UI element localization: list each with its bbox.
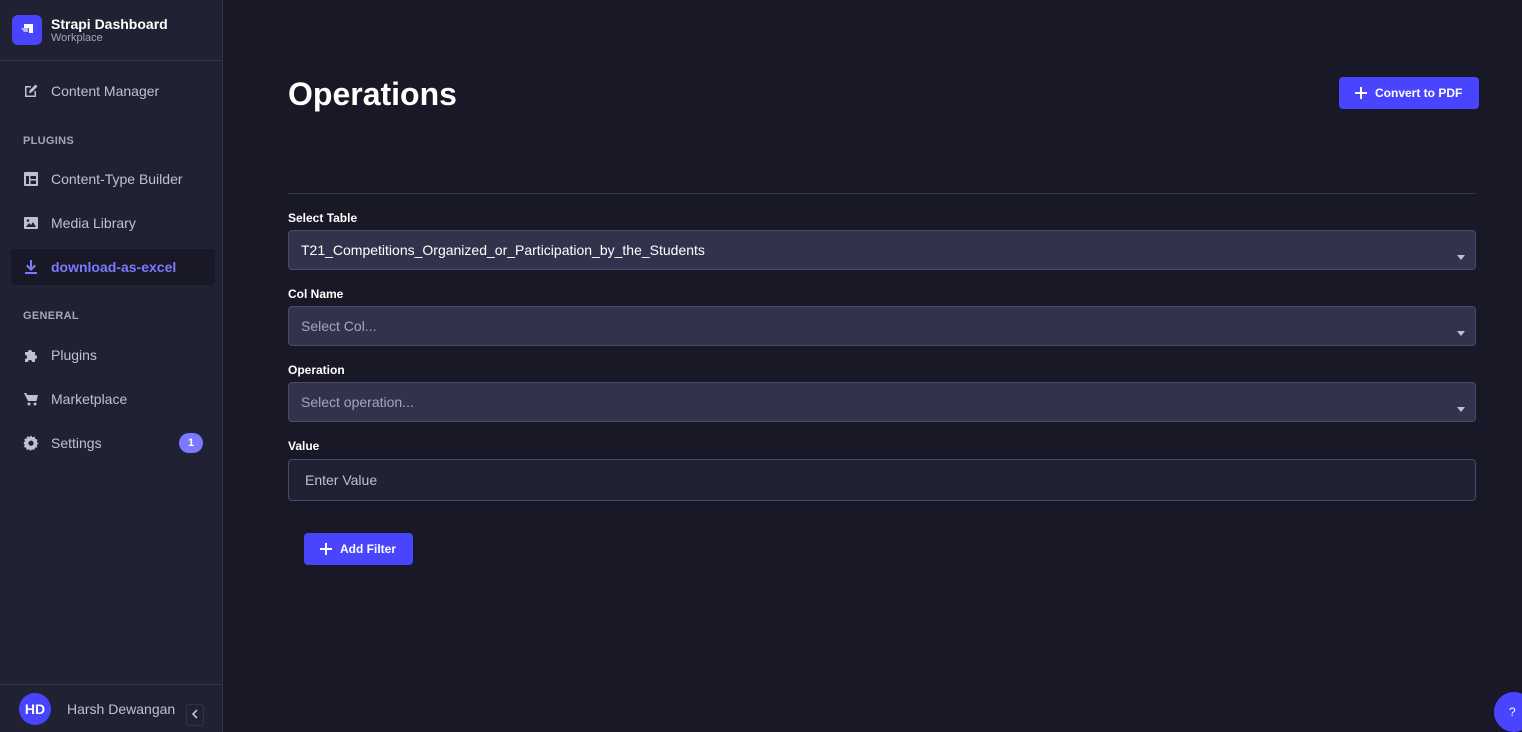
add-filter-button[interactable]: Add Filter bbox=[304, 533, 413, 565]
add-filter-label: Add Filter bbox=[340, 542, 396, 556]
operation-label: Operation bbox=[288, 363, 345, 377]
pencil-icon bbox=[23, 83, 39, 99]
sidebar-item-download-as-excel[interactable]: download-as-excel bbox=[11, 249, 215, 285]
sidebar-item-content-manager[interactable]: Content Manager bbox=[11, 73, 215, 109]
layout-icon bbox=[23, 171, 39, 187]
strapi-logo-icon[interactable] bbox=[12, 15, 42, 45]
value-input[interactable] bbox=[288, 459, 1476, 501]
sidebar-item-media-library[interactable]: Media Library bbox=[11, 205, 215, 241]
divider bbox=[288, 193, 1476, 194]
download-icon bbox=[23, 259, 39, 275]
sidebar-item-label: Content-Type Builder bbox=[51, 171, 183, 187]
operation-placeholder: Select operation... bbox=[301, 394, 414, 410]
sidebar-item-content-type-builder[interactable]: Content-Type Builder bbox=[11, 161, 215, 197]
convert-to-pdf-label: Convert to PDF bbox=[1375, 86, 1463, 100]
image-icon bbox=[23, 215, 39, 231]
user-footer: HD Harsh Dewangan bbox=[0, 684, 223, 732]
sidebar-item-plugins[interactable]: Plugins bbox=[11, 337, 215, 373]
col-name-dropdown[interactable]: Select Col... bbox=[288, 306, 1476, 346]
sidebar-item-label: Settings bbox=[51, 435, 102, 451]
section-title-plugins: Plugins bbox=[23, 135, 74, 147]
brand-header: Strapi Dashboard Workplace bbox=[0, 0, 222, 61]
caret-down-icon bbox=[1457, 323, 1465, 339]
user-name[interactable]: Harsh Dewangan bbox=[67, 701, 175, 717]
main-content: Operations Convert to PDF Select Table T… bbox=[224, 0, 1522, 732]
plus-icon bbox=[1355, 87, 1367, 99]
convert-to-pdf-button[interactable]: Convert to PDF bbox=[1339, 77, 1480, 109]
sidebar-item-label: Marketplace bbox=[51, 391, 128, 407]
sidebar: Strapi Dashboard Workplace Content Manag… bbox=[0, 0, 223, 732]
brand-subtitle: Workplace bbox=[51, 31, 103, 44]
section-title-general: General bbox=[23, 310, 79, 322]
select-table-value: T21_Competitions_Organized_or_Participat… bbox=[301, 242, 705, 258]
sidebar-item-label: Plugins bbox=[51, 347, 97, 363]
sidebar-item-label: Media Library bbox=[51, 215, 136, 231]
collapse-sidebar-button[interactable] bbox=[186, 704, 204, 726]
sidebar-item-label: download-as-excel bbox=[51, 259, 177, 275]
chevron-left-icon bbox=[191, 706, 199, 724]
caret-down-icon bbox=[1457, 399, 1465, 415]
page-title: Operations bbox=[288, 76, 457, 112]
notification-badge: 1 bbox=[179, 433, 203, 453]
puzzle-icon bbox=[23, 347, 39, 363]
brand-title: Strapi Dashboard bbox=[51, 15, 168, 32]
caret-down-icon bbox=[1457, 247, 1465, 263]
plus-icon bbox=[320, 543, 332, 555]
col-name-label: Col Name bbox=[288, 287, 344, 301]
operation-dropdown[interactable]: Select operation... bbox=[288, 382, 1476, 422]
gear-icon bbox=[23, 435, 39, 451]
sidebar-item-settings[interactable]: Settings 1 bbox=[11, 425, 215, 461]
col-name-placeholder: Select Col... bbox=[301, 318, 377, 334]
select-table-dropdown[interactable]: T21_Competitions_Organized_or_Participat… bbox=[288, 230, 1476, 270]
select-table-label: Select Table bbox=[288, 211, 358, 225]
cart-icon bbox=[23, 391, 39, 407]
avatar[interactable]: HD bbox=[19, 692, 51, 725]
sidebar-item-marketplace[interactable]: Marketplace bbox=[11, 381, 215, 417]
sidebar-item-label: Content Manager bbox=[51, 83, 160, 99]
help-label: ? bbox=[1509, 705, 1516, 719]
value-label: Value bbox=[288, 439, 320, 453]
